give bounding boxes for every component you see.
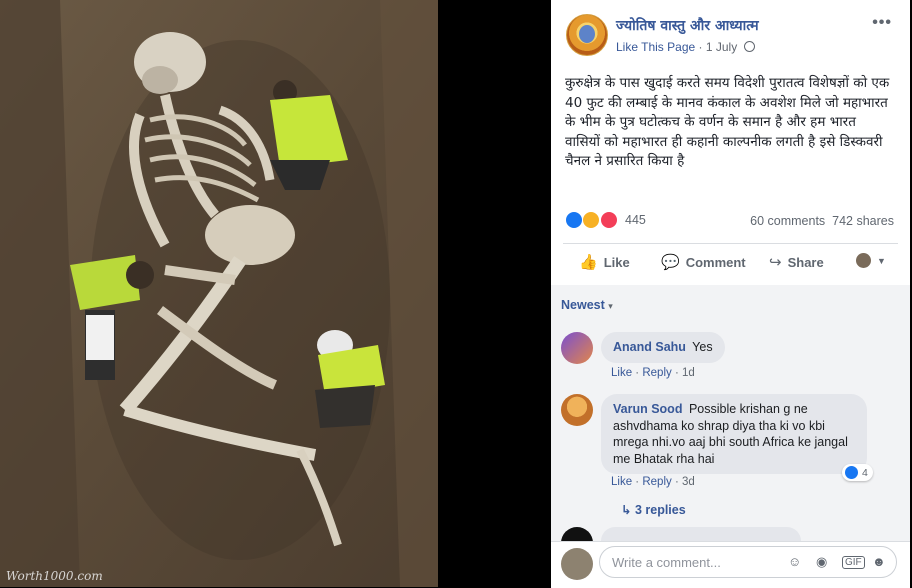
- emoji-icon[interactable]: ☺: [788, 554, 801, 569]
- avatar[interactable]: [561, 332, 593, 364]
- love-reaction-icon: [599, 211, 618, 229]
- post-stats: 60 comments 742 shares: [750, 214, 894, 228]
- comment-actions: Like · Reply · 1d: [611, 367, 695, 379]
- comment-text-line: Possible krishan g ne: [688, 402, 808, 416]
- replies-count: 3 replies: [634, 503, 686, 517]
- comment-reaction-count: 4: [862, 466, 868, 479]
- excavation-image: [0, 0, 438, 587]
- post-date[interactable]: 1 July: [706, 40, 737, 54]
- page-avatar[interactable]: [566, 14, 608, 56]
- divider: [563, 243, 898, 244]
- commenter-name[interactable]: Varun Sood: [613, 402, 682, 416]
- comment-item: Varun Sood Possible krishan g ne ashvdha…: [561, 394, 901, 524]
- comment-age[interactable]: 1d: [682, 367, 695, 379]
- comment-age[interactable]: 3d: [682, 476, 695, 488]
- avatar[interactable]: [561, 548, 593, 580]
- comment-like-link[interactable]: Like: [611, 476, 632, 488]
- comment-text-line: ashvdhama ko shrap diya tha ki vo kbi: [613, 418, 825, 433]
- comment-like-link[interactable]: Like: [611, 367, 632, 379]
- post-header: ज्योतिष वास्तु और आध्यात्म Like This Pag…: [551, 0, 910, 68]
- sticker-icon[interactable]: ☻: [872, 554, 886, 569]
- wow-reaction-icon: [582, 211, 601, 229]
- action-bar: 👍 Like 💬 Comment ↪ Share ▼: [551, 253, 910, 277]
- comment-reaction-badge[interactable]: 4: [842, 464, 873, 481]
- sort-label: Newest: [561, 298, 605, 312]
- like-button[interactable]: 👍 Like: [579, 253, 630, 271]
- like-label: Like: [603, 254, 630, 270]
- comment-bubble: Anand Sahu Yes: [601, 332, 725, 363]
- comment-bubble: [601, 527, 801, 541]
- globe-icon: [743, 41, 755, 52]
- shares-count[interactable]: 742 shares: [832, 214, 894, 228]
- view-replies-link[interactable]: ↳ 3 replies: [621, 502, 686, 517]
- comment-reply-link[interactable]: Reply: [642, 476, 671, 488]
- page-name[interactable]: ज्योतिष वास्तु और आध्यात्म: [616, 16, 759, 35]
- post-panel: ज्योतिष वास्तु और आध्यात्म Like This Pag…: [551, 0, 910, 588]
- post-meta: Like This Page · 1 July: [616, 40, 755, 54]
- meta-dot: ·: [698, 40, 706, 54]
- comment-placeholder: Write a comment...: [612, 555, 721, 570]
- share-label: Share: [787, 254, 824, 270]
- thumbs-up-icon: 👍: [579, 254, 598, 271]
- comment-bubble: Varun Sood Possible krishan g ne ashvdha…: [601, 394, 867, 474]
- camera-icon[interactable]: ◉: [816, 554, 827, 570]
- comment-text-line: mrega nhi.vo aaj bhi south Africa ke jan…: [613, 435, 848, 449]
- comment-actions: Like · Reply · 3d: [611, 476, 695, 488]
- comment-reply-link[interactable]: Reply: [642, 367, 671, 379]
- reply-arrow-icon: ↳: [621, 503, 635, 517]
- watermark: Worth1000.com: [6, 569, 103, 583]
- more-horizontal-icon[interactable]: •••: [872, 14, 892, 32]
- write-comment-row: Write a comment... ☺ ◉ GIF ☻: [551, 541, 910, 588]
- share-icon: ↪: [769, 254, 782, 271]
- commenter-name[interactable]: Anand Sahu: [613, 340, 686, 354]
- post-text: कुरुक्षेत्र के पास खुदाई करते समय विदेशी…: [565, 75, 890, 169]
- like-reaction-icon: [565, 211, 583, 229]
- user-avatar-small: [856, 253, 871, 268]
- comments-count[interactable]: 60 comments: [750, 214, 825, 228]
- deity-icon: [579, 25, 595, 43]
- comment-sort-dropdown[interactable]: Newest ▾: [561, 298, 613, 312]
- share-button[interactable]: ↪ Share: [769, 253, 824, 271]
- comment-text-line: me Bhatak rha hai: [613, 451, 715, 466]
- comment-button[interactable]: 💬 Comment: [661, 253, 746, 271]
- like-page-link[interactable]: Like This Page: [616, 40, 695, 54]
- post-as-selector[interactable]: ▼: [856, 253, 886, 268]
- comments-section: Newest ▾ Anand Sahu Yes Like · Reply · 1…: [551, 285, 910, 543]
- like-reaction-icon: [844, 465, 859, 480]
- avatar[interactable]: [561, 394, 593, 426]
- caret-down-icon: ▼: [877, 255, 886, 266]
- reaction-count: 445: [625, 213, 646, 227]
- comment-input[interactable]: Write a comment... ☺ ◉ GIF ☻: [599, 546, 897, 578]
- comment-text: Yes: [692, 340, 713, 354]
- comment-icon: 💬: [661, 254, 680, 271]
- caret-down-icon: ▾: [608, 301, 613, 311]
- gif-icon[interactable]: GIF: [842, 556, 865, 569]
- post-photo[interactable]: Worth1000.com: [0, 0, 438, 587]
- comment-label: Comment: [685, 254, 746, 270]
- comment-item: Anand Sahu Yes Like · Reply · 1d: [561, 332, 901, 382]
